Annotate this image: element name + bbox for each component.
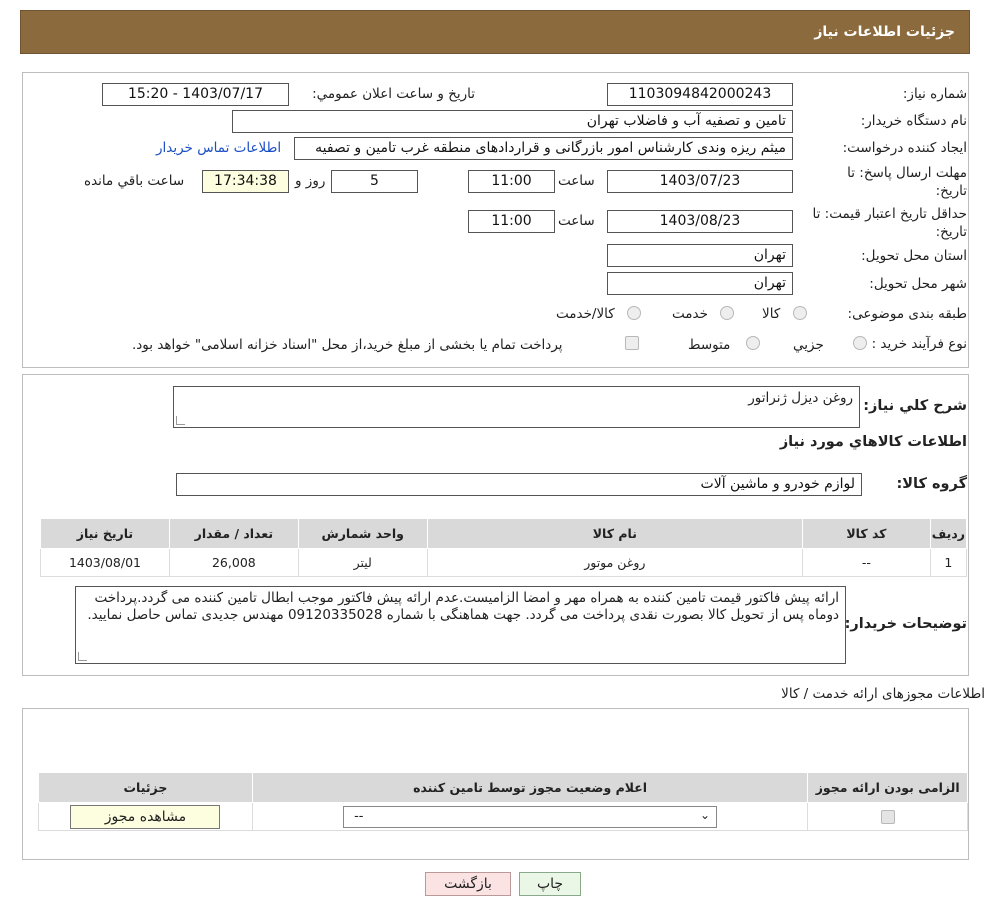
city-field: تهران <box>607 272 793 295</box>
buyer-notes-field[interactable]: ارائه پیش فاکتور قیمت تامین کننده به همر… <box>75 586 846 664</box>
process-radio-medium[interactable] <box>746 336 760 350</box>
city-label: شهر محل تحویل: <box>869 276 967 292</box>
days-label: روز و <box>295 173 326 189</box>
goods-group-label: گروه کالا: <box>896 476 967 492</box>
table-row: 1 -- روغن موتور لیتر 26,008 1403/08/01 <box>40 548 968 577</box>
chevron-down-icon: ⌄ <box>700 807 711 822</box>
category-radio-goods[interactable] <box>793 306 807 320</box>
resize-grip-icon <box>176 416 185 425</box>
resize-grip-icon <box>78 652 87 661</box>
col-permit-status: اعلام وضعیت مجوز توسط تامین کننده <box>251 772 809 803</box>
announce-field: 1403/07/17 - 15:20 <box>102 83 289 106</box>
goods-group-field: لوازم خودرو و ماشین آلات <box>176 473 862 496</box>
summary-field[interactable]: روغن دیزل ژنراتور <box>173 386 860 428</box>
summary-label: شرح کلي نیاز: <box>863 398 967 414</box>
treasury-payment-note: پرداخت تمام یا بخشی از مبلغ خرید،از محل … <box>132 337 563 353</box>
price-time-field: 11:00 <box>468 210 555 233</box>
buyer-contact-link[interactable]: اطلاعات تماس خریدار <box>156 140 281 156</box>
page-header: جزئیات اطلاعات نیاز <box>20 10 970 54</box>
category-option-service: خدمت <box>672 306 708 322</box>
province-field: تهران <box>607 244 793 267</box>
back-button[interactable]: بازگشت <box>425 872 511 896</box>
summary-text: روغن دیزل ژنراتور <box>748 390 853 406</box>
goods-info-title: اطلاعات کالاهاي مورد نیاز <box>779 434 967 450</box>
buyer-org-field: تامین و تصفیه آب و فاضلاب تهران <box>232 110 793 133</box>
remaining-time-field: 17:34:38 <box>202 170 289 193</box>
cell-need-date: 1403/08/01 <box>40 548 170 577</box>
process-label: نوع فرآیند خرید : <box>871 336 967 352</box>
col-permit-details: جزئیات <box>38 772 253 803</box>
view-permit-button[interactable]: مشاهده مجوز <box>70 804 221 829</box>
announce-label: تاریخ و ساعت اعلان عمومي: <box>312 86 475 102</box>
remaining-time-label: ساعت باقي مانده <box>84 173 185 189</box>
col-need-date: تاریخ نیاز <box>40 518 170 549</box>
table-row: -- ⌄ مشاهده مجوز <box>38 802 968 831</box>
process-option-small: جزیي <box>793 337 824 353</box>
reply-deadline-label: مهلت ارسال پاسخ: تا تاریخ: <box>847 165 967 199</box>
permits-table: الزامی بودن ارائه مجوز اعلام وضعیت مجوز … <box>38 772 968 831</box>
reply-time-label: ساعت <box>558 173 595 189</box>
col-permit-required: الزامی بودن ارائه مجوز <box>807 772 968 803</box>
days-remaining-field: 5 <box>331 170 418 193</box>
reply-date-field: 1403/07/23 <box>607 170 793 193</box>
permit-status-value: -- <box>354 808 364 824</box>
category-radio-service[interactable] <box>720 306 734 320</box>
page-title: جزئیات اطلاعات نیاز <box>814 24 955 40</box>
creator-label: ایجاد کننده درخواست: <box>842 140 967 156</box>
permits-title: اطلاعات مجوزهای ارائه خدمت / کالا <box>781 686 985 702</box>
need-number-label: شماره نیاز: <box>902 86 967 102</box>
category-label: طبقه بندی موضوعی: <box>847 306 967 322</box>
col-unit: واحد شمارش <box>297 518 428 549</box>
process-option-medium: متوسط <box>688 337 731 353</box>
cell-goods-code: -- <box>802 548 931 577</box>
print-button[interactable]: چاپ <box>519 872 581 896</box>
cell-row-number: 1 <box>929 548 968 577</box>
cell-permit-required <box>807 802 968 831</box>
price-validity-label: حداقل تاریخ اعتبار قیمت: تا تاریخ: <box>812 206 967 240</box>
category-radio-goods-service[interactable] <box>627 306 641 320</box>
province-label: استان محل تحویل: <box>861 248 967 264</box>
col-goods-name: نام کالا <box>426 518 804 549</box>
category-option-goods: کالا <box>762 306 781 322</box>
cell-goods-name: روغن موتور <box>426 548 804 577</box>
permits-header-row: الزامی بودن ارائه مجوز اعلام وضعیت مجوز … <box>38 772 968 803</box>
treasury-payment-checkbox[interactable] <box>625 336 639 350</box>
cell-unit: لیتر <box>297 548 428 577</box>
buyer-notes-text: ارائه پیش فاکتور قیمت تامین کننده به همر… <box>87 590 839 623</box>
reply-time-field: 11:00 <box>468 170 555 193</box>
permit-required-checkbox <box>880 810 895 825</box>
col-row-number: ردیف <box>929 518 968 549</box>
price-time-label: ساعت <box>558 213 595 229</box>
process-radio-small[interactable] <box>853 336 867 350</box>
col-quantity: تعداد / مقدار <box>168 518 299 549</box>
col-goods-code: کد کالا <box>802 518 931 549</box>
goods-table: ردیف کد کالا نام کالا واحد شمارش تعداد /… <box>40 518 968 577</box>
creator-field: میثم ریزه وندی کارشناس امور بازرگانی و ق… <box>294 137 793 160</box>
permit-status-select[interactable]: -- ⌄ <box>343 805 718 828</box>
price-date-field: 1403/08/23 <box>607 210 793 233</box>
buyer-notes-label: توضیحات خریدار: <box>844 616 967 632</box>
cell-permit-details: مشاهده مجوز <box>38 802 253 831</box>
category-option-goods-service: کالا/خدمت <box>556 306 615 322</box>
goods-table-header-row: ردیف کد کالا نام کالا واحد شمارش تعداد /… <box>40 518 968 549</box>
buyer-org-label: نام دستگاه خریدار: <box>860 113 967 129</box>
cell-permit-status: -- ⌄ <box>251 802 809 831</box>
cell-quantity: 26,008 <box>168 548 299 577</box>
need-number-field: 1103094842000243 <box>607 83 793 106</box>
